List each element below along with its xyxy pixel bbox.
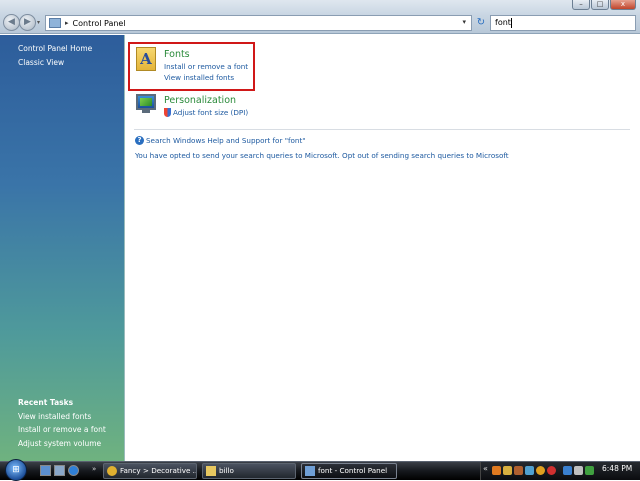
recent-pages-dropdown[interactable]: ▾ — [37, 19, 40, 26]
refresh-button[interactable]: ↻ — [474, 15, 488, 31]
tray-app-icon[interactable] — [547, 466, 556, 475]
back-arrow-icon: ◀ — [8, 17, 15, 27]
text-caret — [510, 17, 512, 28]
fonts-category-link[interactable]: Fonts — [164, 49, 190, 60]
folder-icon — [206, 466, 216, 476]
control-panel-home-link[interactable]: Control Panel Home — [18, 44, 92, 53]
tray-app-icon[interactable] — [525, 466, 534, 475]
recent-tasks-heading: Recent Tasks — [18, 398, 74, 407]
quicklaunch-more-icon[interactable]: » — [92, 465, 96, 473]
help-icon: ? — [135, 136, 144, 145]
volume-icon[interactable] — [574, 466, 583, 475]
taskbar-item-label: billo — [219, 466, 234, 475]
chrome-icon — [107, 466, 117, 476]
control-panel-icon — [49, 18, 61, 28]
forward-button[interactable]: ▶ — [19, 14, 36, 31]
address-dropdown-icon[interactable]: ▾ — [462, 18, 466, 26]
clock[interactable]: 6:48 PM — [602, 464, 632, 473]
personalization-category-link[interactable]: Personalization — [164, 95, 236, 106]
monitor-stand — [142, 110, 150, 113]
taskbar-item-label: font - Control Panel — [318, 466, 388, 475]
close-button[interactable]: x — [610, 0, 636, 10]
search-input-value: font — [495, 18, 511, 27]
tray-app-icon[interactable] — [514, 466, 523, 475]
minimize-button[interactable]: – — [572, 0, 590, 10]
classic-view-link[interactable]: Classic View — [18, 58, 64, 67]
forward-arrow-icon: ▶ — [24, 17, 31, 27]
show-desktop-icon[interactable] — [40, 465, 51, 476]
adjust-font-size-dpi-link[interactable]: Adjust font size (DPI) — [173, 108, 248, 117]
monitor-icon[interactable] — [136, 94, 156, 113]
windows-logo-icon: ⊞ — [12, 465, 20, 475]
taskbar-item-billo[interactable]: billo — [202, 463, 296, 479]
network-icon[interactable] — [563, 466, 572, 475]
back-button[interactable]: ◀ — [3, 14, 20, 31]
taskbar-item-label: Fancy > Decorative ... — [120, 466, 197, 475]
switch-windows-icon[interactable] — [54, 465, 65, 476]
window-controls: – □ x — [572, 0, 636, 10]
recent-task-adjust-system-volume[interactable]: Adjust system volume — [18, 439, 101, 448]
install-remove-font-link[interactable]: Install or remove a font — [164, 62, 248, 71]
maximize-button[interactable]: □ — [591, 0, 609, 10]
monitor-screen — [140, 98, 152, 106]
taskbar-item-font-control-panel[interactable]: font - Control Panel — [301, 463, 397, 479]
tray-app-icon[interactable] — [503, 466, 512, 475]
address-bar[interactable]: ▸ Control Panel ▾ — [45, 15, 472, 31]
divider — [134, 129, 630, 130]
breadcrumb-separator[interactable]: ▸ — [65, 19, 69, 27]
tray-app-icon[interactable] — [585, 466, 594, 475]
breadcrumb-control-panel[interactable]: Control Panel — [73, 19, 126, 28]
internet-explorer-icon[interactable] — [68, 465, 79, 476]
tray-app-icon[interactable] — [536, 466, 545, 475]
search-optin-link[interactable]: You have opted to send your search queri… — [135, 151, 509, 160]
control-panel-icon — [305, 466, 315, 476]
tray-app-icon[interactable] — [492, 466, 501, 475]
tray-expand-icon[interactable]: « — [483, 464, 488, 473]
start-button[interactable]: ⊞ — [5, 459, 27, 481]
recent-task-view-installed-fonts[interactable]: View installed fonts — [18, 412, 91, 421]
view-installed-fonts-link[interactable]: View installed fonts — [164, 73, 234, 82]
taskbar-item-fancy-decorative[interactable]: Fancy > Decorative ... — [103, 463, 197, 479]
search-input[interactable]: font — [490, 15, 636, 31]
recent-task-install-remove-font[interactable]: Install or remove a font — [18, 425, 106, 434]
uac-shield-icon — [164, 108, 171, 117]
search-windows-help-link[interactable]: Search Windows Help and Support for "fon… — [146, 136, 306, 145]
fonts-folder-icon[interactable]: A — [136, 47, 156, 71]
